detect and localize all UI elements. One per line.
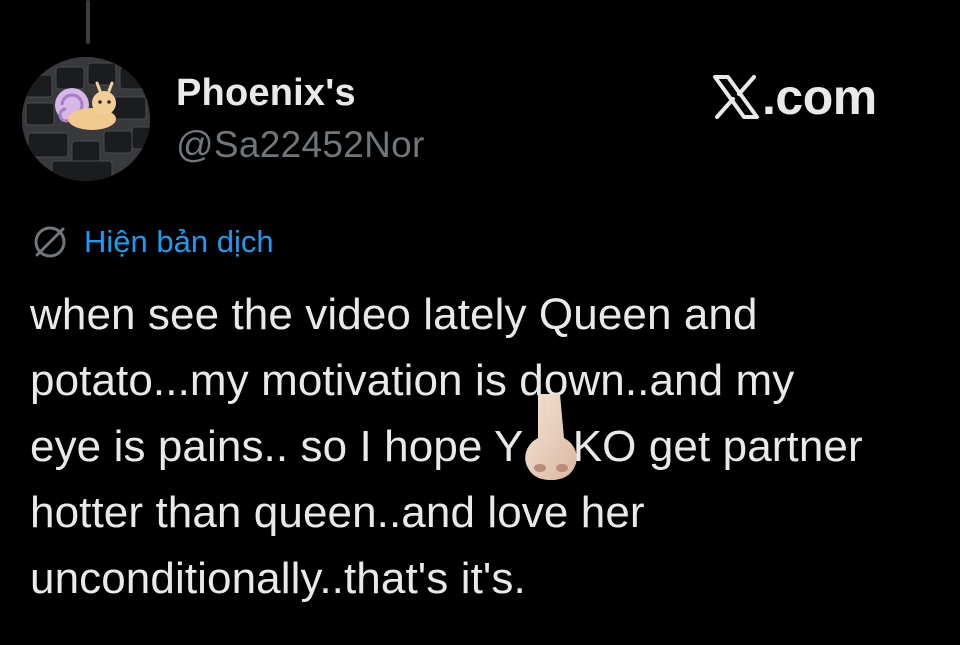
nose-emoji-icon <box>525 394 577 480</box>
tweet-line: when see the video lately Queen and <box>30 290 758 339</box>
tweet-line: unconditionally..that's it's. <box>30 554 526 603</box>
avatar[interactable] <box>22 57 150 181</box>
tweet-line: hotter than queen..and love her <box>30 488 645 537</box>
x-logo-icon <box>713 75 759 119</box>
tweet-line: potato...my motivation is down..and my <box>30 356 795 405</box>
tweet-line: eye is pains.. so I hope Y KO get partne… <box>30 422 863 471</box>
author-display-name[interactable]: Phoenix's <box>176 72 356 115</box>
x-brand-watermark: .com <box>712 70 877 124</box>
author-handle[interactable]: @Sa22452Nor <box>176 124 425 166</box>
show-translation-button[interactable]: Hiện bản dịch <box>30 222 274 262</box>
show-translation-label: Hiện bản dịch <box>84 224 274 259</box>
tweet-text: when see the video lately Queen and pota… <box>30 282 950 612</box>
globe-icon <box>34 226 66 258</box>
x-domain-text: .com <box>762 69 877 125</box>
avatar-image <box>22 57 150 181</box>
thread-connector-line <box>86 0 90 44</box>
